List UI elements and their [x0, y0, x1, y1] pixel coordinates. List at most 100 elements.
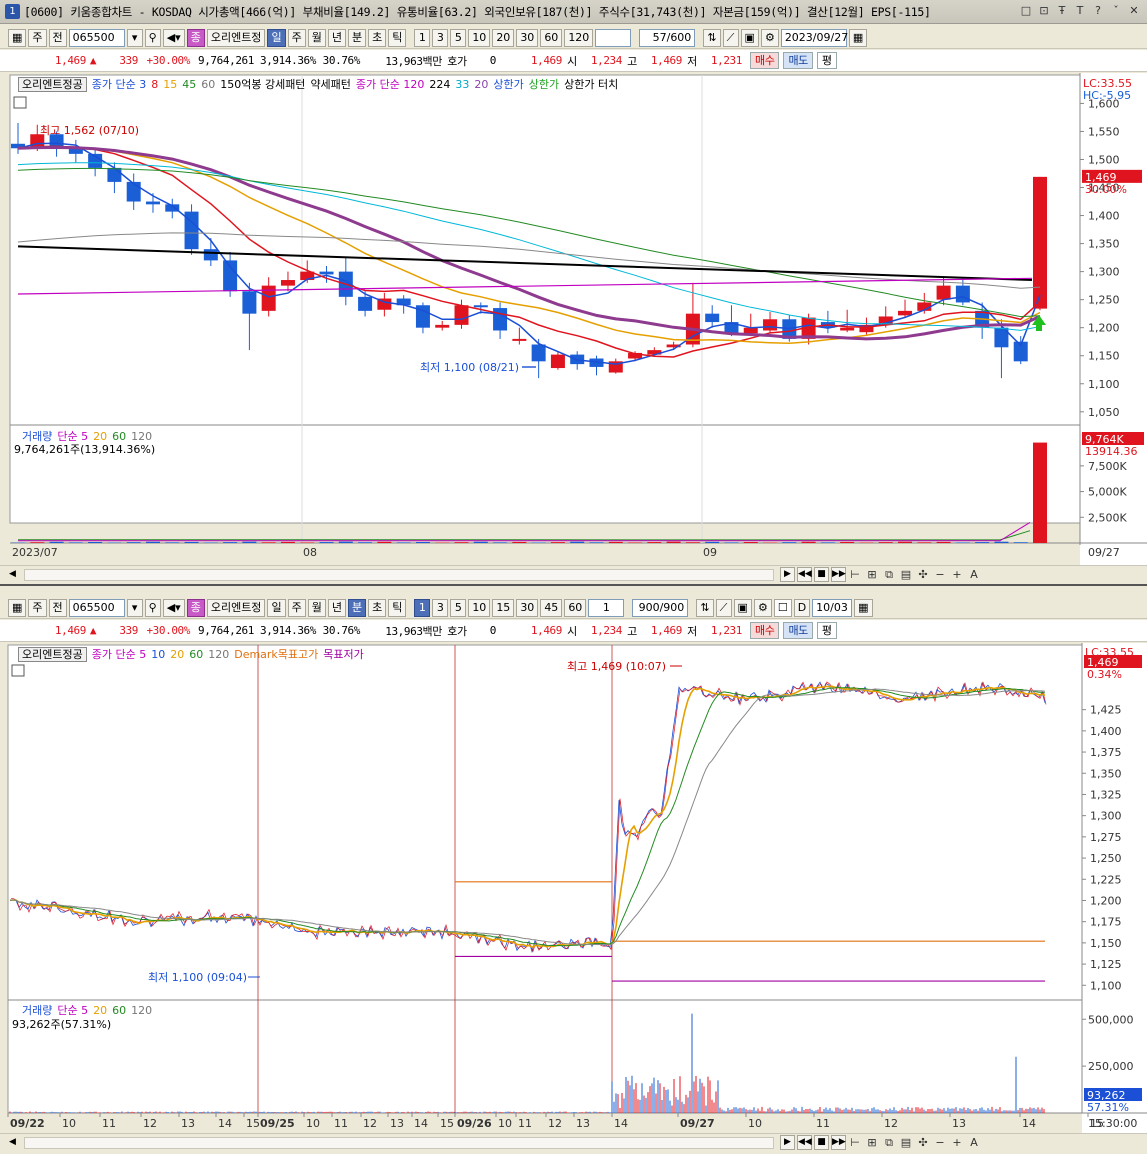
legend-ma120[interactable]: 종가 단순 120 [356, 76, 424, 92]
period-minute[interactable]: 분 [347, 598, 367, 617]
vol-legend-ma120[interactable]: 120 [131, 1004, 152, 1017]
scroll-right-icon[interactable]: ▶ [780, 567, 795, 582]
scroll-first-icon[interactable]: ◀◀ [797, 1135, 812, 1150]
tile-icon[interactable]: ⊡ [1037, 3, 1051, 19]
scroll-last-icon[interactable]: ▶▶ [831, 1135, 846, 1150]
interval-15[interactable]: 15 [492, 598, 515, 617]
period-week[interactable]: 주 [287, 28, 306, 47]
period-year[interactable]: 년 [327, 28, 346, 47]
chart-mode-icon[interactable]: ▦ [8, 28, 27, 47]
daily-chart-svg[interactable]: 1,6001,5501,5001,4501,4001,3501,3001,250… [0, 73, 1147, 565]
daily-chart-area[interactable]: 1,600 1,550 1,500 1,450 1,400 1,350 1,300 1,250… [0, 73, 1147, 565]
compare-icon[interactable]: ⇅ [696, 598, 714, 617]
legend-ma120[interactable]: 120 [208, 648, 229, 661]
type-select[interactable]: 주 [28, 28, 47, 47]
avg-button[interactable]: 평 [816, 52, 837, 69]
zoom-in-icon[interactable]: + [950, 567, 964, 582]
vol-legend-ma60[interactable]: 60 [112, 1004, 126, 1017]
period-tick[interactable]: 틱 [388, 28, 407, 47]
avg-button[interactable]: 평 [816, 622, 837, 639]
compare-icon[interactable]: ⇅ [703, 28, 721, 47]
interval-30[interactable]: 30 [516, 598, 539, 617]
calendar-icon[interactable]: ▦ [854, 598, 873, 617]
scroll-right-icon[interactable]: ▶ [780, 1135, 795, 1150]
scroll-track[interactable] [24, 1137, 774, 1149]
code-input[interactable]: 065500 [68, 28, 125, 47]
interval-60[interactable]: 60 [540, 28, 563, 47]
legend-20[interactable]: 20 [474, 78, 488, 91]
chart-mode-icon[interactable]: ▦ [8, 598, 27, 617]
interval-input[interactable] [595, 28, 632, 47]
scroll-track[interactable] [24, 569, 774, 581]
jong-button[interactable]: 종 [186, 28, 205, 47]
legend-stock[interactable]: 오리엔트정공 [18, 646, 87, 662]
type-select[interactable]: 주 [28, 598, 47, 617]
scroll-first-icon[interactable]: ◀◀ [797, 567, 812, 582]
speaker-icon[interactable]: ◀▾ [162, 598, 185, 617]
daily-scrollbar[interactable]: ◀ ▶ ◀◀ ■ ▶▶ ⊢ ⊞ ⧉ ▤ ✣ − + A [0, 565, 1147, 583]
pin-icon[interactable]: Ŧ [1055, 3, 1069, 19]
count-input[interactable]: 900/900 [632, 598, 689, 617]
help-icon[interactable]: ? [1091, 3, 1105, 19]
date-input[interactable]: 10/03 [812, 598, 853, 617]
sell-button[interactable]: 매도 [783, 52, 813, 69]
close-icon[interactable]: ✕ [1127, 3, 1141, 19]
interval-5[interactable]: 5 [450, 598, 467, 617]
minute-chart-area[interactable]: 1,425 1,400 1,375 1,350 1,325 1,300 1,275 1,250… [0, 643, 1147, 1133]
legend-33[interactable]: 33 [455, 78, 469, 91]
legend-ma15[interactable]: 15 [163, 78, 177, 91]
legend-224[interactable]: 224 [429, 78, 450, 91]
interval-120[interactable]: 120 [564, 28, 594, 47]
sell-button[interactable]: 매도 [783, 622, 813, 639]
period-day[interactable]: 일 [267, 598, 286, 617]
minute-chart-svg[interactable]: 1,425 1,400 1,375 1,350 1,325 1,300 1,275 1,250… [0, 643, 1147, 1133]
legend-ma3[interactable]: 종가 단순 3 [92, 76, 146, 92]
interval-20[interactable]: 20 [492, 28, 515, 47]
count-input[interactable]: 57/600 [639, 28, 696, 47]
gear-icon[interactable]: ⚙ [760, 28, 779, 47]
legend-strong-pattern[interactable]: 150억봉 강세패턴 [220, 76, 305, 92]
search-icon[interactable]: ⚲ [144, 28, 161, 47]
interval-1[interactable]: 1 [414, 598, 431, 617]
overlay-icon[interactable]: ⧉ [882, 567, 896, 582]
legend-ma20[interactable]: 20 [170, 648, 184, 661]
legend-upper-limit-2[interactable]: 상한가 [529, 76, 559, 92]
interval-5[interactable]: 5 [450, 28, 467, 47]
search-icon[interactable]: ⚲ [144, 598, 161, 617]
scroll-left-icon[interactable]: ◀ [6, 568, 19, 581]
period-second[interactable]: 초 [368, 598, 387, 617]
save-icon[interactable]: ▣ [733, 598, 752, 617]
zoom-in-icon[interactable]: + [950, 1135, 964, 1150]
legend-ma60[interactable]: 60 [189, 648, 203, 661]
overlay-icon[interactable]: ⧉ [882, 1135, 896, 1150]
legend-ma10[interactable]: 10 [151, 648, 165, 661]
period-tick[interactable]: 틱 [388, 598, 407, 617]
legend-ma8[interactable]: 8 [151, 78, 158, 91]
zoom-slider-icon[interactable]: ⊢ [848, 567, 862, 582]
code-dropdown-icon[interactable]: ▾ [126, 598, 143, 617]
interval-30[interactable]: 30 [516, 28, 539, 47]
layout-icon[interactable]: ▤ [899, 567, 913, 582]
scroll-last-icon[interactable]: ▶▶ [831, 567, 846, 582]
calendar-icon[interactable]: ▦ [848, 28, 868, 47]
buy-button[interactable]: 매수 [750, 52, 780, 69]
period-minute[interactable]: 분 [347, 28, 367, 47]
legend-ma45[interactable]: 45 [182, 78, 196, 91]
vol-legend-ma20[interactable]: 20 [93, 1004, 107, 1017]
interval-60[interactable]: 60 [564, 598, 587, 617]
layout-icon[interactable]: ▤ [899, 1135, 913, 1150]
zoom-out-icon[interactable]: − [933, 567, 947, 582]
code-input[interactable]: 065500 [68, 598, 125, 617]
speaker-icon[interactable]: ◀▾ [162, 28, 185, 47]
legend-demark-low[interactable]: 목표저가 [323, 646, 363, 662]
legend-demark-high[interactable]: Demark목표고가 [234, 646, 318, 662]
code-dropdown-icon[interactable]: ▾ [126, 28, 143, 47]
interval-3[interactable]: 3 [432, 28, 449, 47]
pane-divider[interactable] [0, 584, 1147, 594]
zoom-slider-icon[interactable]: ⊢ [848, 1135, 862, 1150]
period-month[interactable]: 월 [307, 598, 326, 617]
jong-button[interactable]: 종 [186, 598, 205, 617]
font-icon[interactable]: A [967, 567, 981, 582]
period-day[interactable]: 일 [267, 28, 286, 47]
period-week[interactable]: 주 [287, 598, 306, 617]
